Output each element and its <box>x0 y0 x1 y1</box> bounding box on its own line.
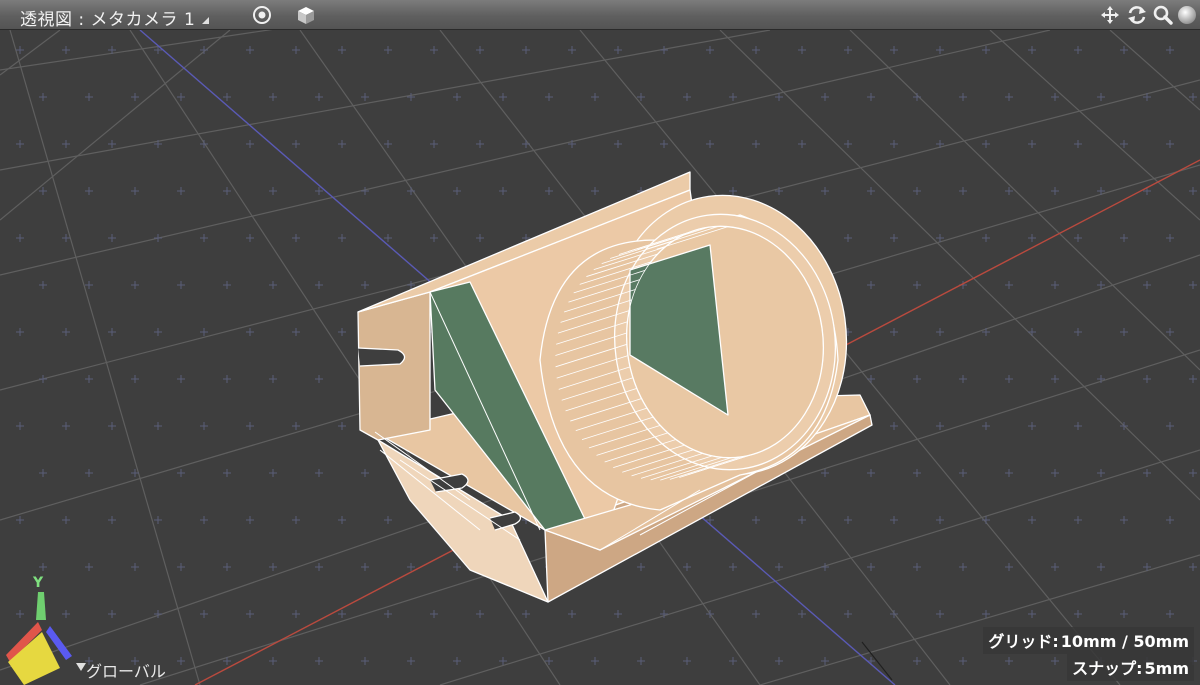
snap-value: 5mm <box>1144 659 1189 678</box>
grid-label: グリッド: <box>988 632 1059 651</box>
view-menu-arrow-icon[interactable] <box>202 17 209 24</box>
grid-value: 10mm / 50mm <box>1060 632 1189 651</box>
sphere-icon[interactable] <box>1176 5 1198 25</box>
pan-icon[interactable] <box>1099 5 1121 25</box>
perspective-view-window: 透視図 : メタカメラ 1 Y グローバル グリッド: 10mm / 50mm … <box>0 0 1200 685</box>
3d-viewport[interactable]: Y グローバル グリッド: 10mm / 50mm スナップ: 5mm <box>0 30 1200 685</box>
coordinate-space-arrow-icon[interactable] <box>76 663 86 671</box>
model-slot-top <box>357 347 406 367</box>
viewport-scene <box>0 30 1200 685</box>
snap-label: スナップ: <box>1072 659 1143 678</box>
gizmo-y-label: Y <box>33 575 44 591</box>
zoom-icon[interactable] <box>1152 5 1174 25</box>
coordinate-space-label[interactable]: グローバル <box>86 658 166 682</box>
snap-readout: スナップ: 5mm <box>1067 654 1194 681</box>
gizmo-y-arrow <box>36 592 46 620</box>
shading-cube-icon[interactable] <box>296 5 316 25</box>
view-titlebar: 透視図 : メタカメラ 1 <box>0 0 1200 30</box>
target-icon[interactable] <box>252 5 272 25</box>
model-bracket <box>357 171 873 603</box>
rotate-icon[interactable] <box>1126 5 1148 25</box>
view-title[interactable]: 透視図 : メタカメラ 1 <box>20 5 195 30</box>
grid-size-readout: グリッド: 10mm / 50mm <box>983 627 1194 654</box>
